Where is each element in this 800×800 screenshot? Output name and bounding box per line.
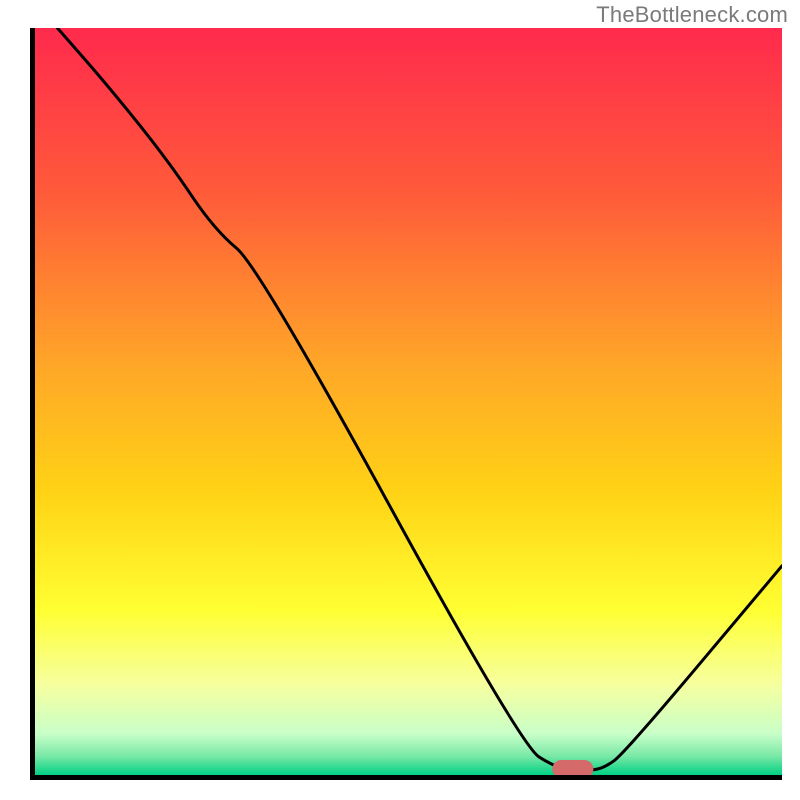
gradient-background <box>35 28 782 775</box>
watermark-text: TheBottleneck.com <box>596 2 788 28</box>
target-marker <box>552 760 593 775</box>
chart-container: TheBottleneck.com <box>0 0 800 800</box>
plot-svg <box>35 28 782 775</box>
plot-area <box>30 28 782 780</box>
